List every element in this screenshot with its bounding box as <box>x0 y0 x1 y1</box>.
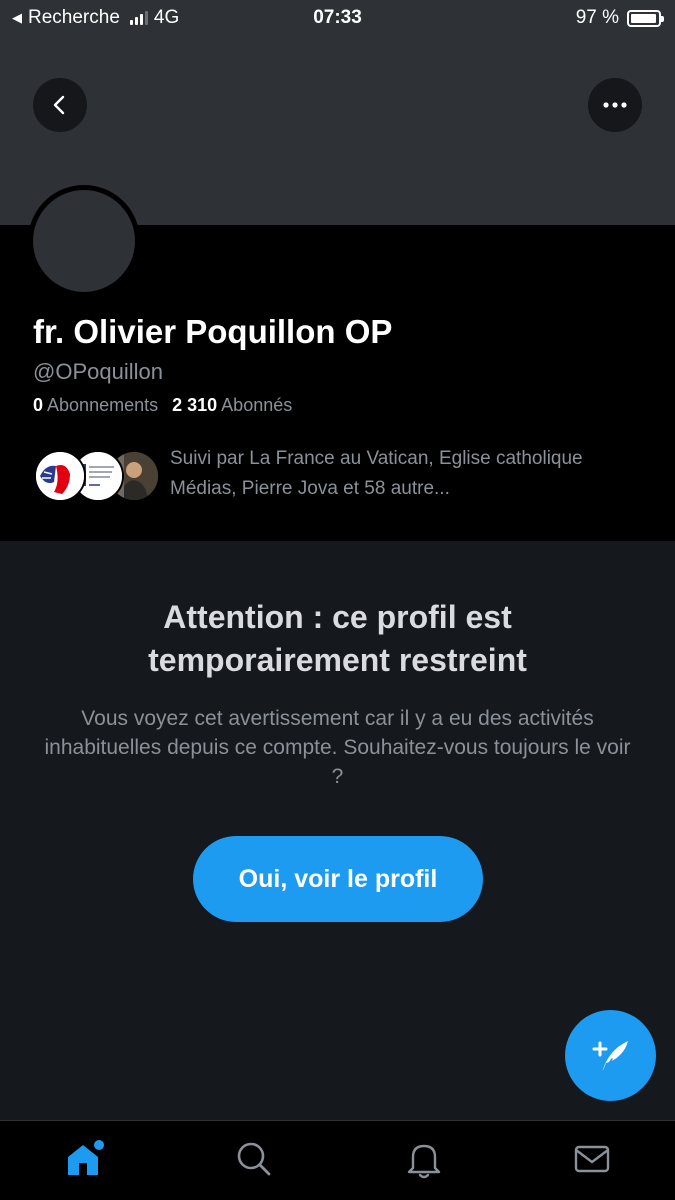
battery-icon <box>627 9 664 27</box>
home-icon <box>68 1140 104 1175</box>
following-label: Abonnements <box>47 395 159 415</box>
signal-icon <box>129 11 148 25</box>
compose-tweet-button[interactable] <box>565 1010 656 1101</box>
warning-body: Vous voyez cet avertissement car il y a … <box>44 707 631 788</box>
search-icon <box>237 1142 271 1176</box>
status-bar: ◀ Recherche 4G 07:33 97 % <box>0 0 675 36</box>
view-profile-button[interactable]: Oui, voir le profil <box>193 836 483 922</box>
followers-count: 2 310 <box>172 395 218 415</box>
tab-home[interactable] <box>63 1137 107 1181</box>
battery-level <box>631 13 657 23</box>
tab-notifications[interactable] <box>402 1137 446 1181</box>
followers-label: Abonnés <box>221 395 293 415</box>
follow-stats: 0 Abonnements 2 310 Abonnés <box>33 395 292 416</box>
tab-messages[interactable] <box>570 1137 614 1181</box>
status-left[interactable]: ◀ Recherche 4G <box>12 7 179 29</box>
bottom-tab-bar <box>0 1120 675 1200</box>
compose-tweet-icon <box>592 1040 628 1074</box>
followed-by-avatars[interactable] <box>34 450 160 504</box>
avatar-france-au-vatican <box>34 450 86 502</box>
battery-percent: 97 % <box>575 7 619 28</box>
more-horizontal-icon <box>603 102 627 108</box>
back-button[interactable] <box>33 78 87 132</box>
warning-title: Attention : ce profil est temporairement… <box>148 599 527 678</box>
tab-search[interactable] <box>232 1137 276 1181</box>
following-link[interactable]: 0 Abonnements <box>33 395 158 415</box>
display-name: fr. Olivier Poquillon OP <box>33 313 393 350</box>
notifications-icon <box>407 1144 441 1179</box>
chevron-left-icon <box>53 95 65 115</box>
messages-icon <box>574 1145 610 1173</box>
more-options-button[interactable] <box>588 78 642 132</box>
profile-avatar[interactable] <box>28 185 140 297</box>
followed-by-text[interactable]: Suivi par La France au Vatican, Eglise c… <box>170 444 650 504</box>
network-label: 4G <box>153 7 180 28</box>
back-to-app-icon: ◀ <box>12 10 22 25</box>
back-app-label: Recherche <box>28 7 120 28</box>
status-right: 97 % <box>575 7 664 29</box>
handle: @OPoquillon <box>33 359 163 384</box>
followers-link[interactable]: 2 310 Abonnés <box>172 395 292 415</box>
following-count: 0 <box>33 395 44 415</box>
